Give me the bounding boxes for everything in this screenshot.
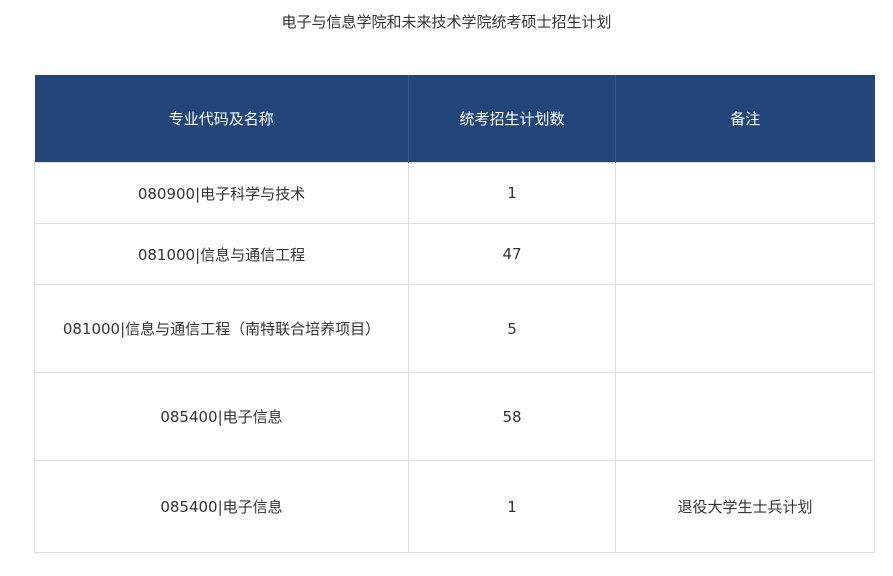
cell-major: 085400|电子信息 [34, 460, 409, 553]
table-header-row: 专业代码及名称 统考招生计划数 备注 [34, 75, 875, 163]
cell-major: 081000|信息与通信工程 [34, 223, 409, 285]
header-note: 备注 [615, 75, 875, 163]
enrollment-plan-table: 专业代码及名称 统考招生计划数 备注 080900|电子科学与技术 1 0810… [34, 75, 875, 553]
cell-major: 081000|信息与通信工程（南特联合培养项目） [34, 284, 409, 373]
cell-note [615, 372, 875, 461]
cell-plan-count: 47 [408, 223, 616, 285]
cell-note [615, 162, 875, 224]
table-row: 081000|信息与通信工程 47 [34, 223, 875, 285]
table-row: 085400|电子信息 1 退役大学生士兵计划 [34, 460, 875, 553]
table-row: 085400|电子信息 58 [34, 372, 875, 461]
table-row: 081000|信息与通信工程（南特联合培养项目） 5 [34, 284, 875, 373]
page-title: 电子与信息学院和未来技术学院统考硕士招生计划 [281, 13, 612, 31]
cell-note: 退役大学生士兵计划 [615, 460, 875, 553]
cell-major: 080900|电子科学与技术 [34, 162, 409, 224]
header-plan-count: 统考招生计划数 [408, 75, 616, 163]
cell-plan-count: 1 [408, 460, 616, 553]
cell-major: 085400|电子信息 [34, 372, 409, 461]
table-row: 080900|电子科学与技术 1 [34, 162, 875, 224]
cell-plan-count: 1 [408, 162, 616, 224]
cell-note [615, 284, 875, 373]
header-major: 专业代码及名称 [34, 75, 409, 163]
cell-plan-count: 5 [408, 284, 616, 373]
cell-plan-count: 58 [408, 372, 616, 461]
cell-note [615, 223, 875, 285]
